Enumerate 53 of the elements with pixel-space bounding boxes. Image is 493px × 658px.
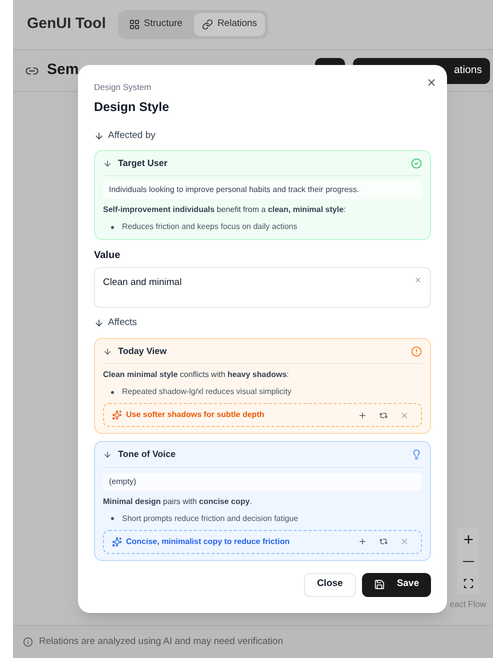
swap-icon[interactable] [379, 537, 388, 546]
value-label: Value [94, 249, 122, 264]
explanation-text: Minimal design pairs with concise copy. [103, 496, 253, 508]
close-icon[interactable] [426, 77, 437, 88]
grid-icon [128, 19, 140, 30]
arrow-down-icon [103, 450, 112, 460]
section-heading: Affects [108, 316, 137, 330]
attribution-text: eact Flow [450, 598, 486, 611]
current-value: (empty) [103, 472, 422, 490]
relation-name: Today View [118, 344, 168, 358]
bullet-text: Repeated shadow-lg/xl reduces visual simplicity [122, 386, 292, 398]
bullet-icon [111, 517, 114, 520]
sparkles-icon [112, 536, 122, 546]
arrow-down-icon [103, 346, 112, 356]
footer-note: Relations are analyzed using AI and may need verification [39, 634, 283, 649]
close-button[interactable]: Close [304, 572, 356, 596]
relation-name: Tone of Voice [118, 448, 177, 461]
plus-icon [462, 532, 474, 546]
page-title: Sem [47, 60, 79, 80]
section-heading: Affected by [108, 128, 156, 142]
suggestion-text: Use softer shadows for subtle depth [126, 409, 266, 421]
app-title: GenUI Tool [27, 14, 106, 34]
info-icon [23, 637, 33, 647]
lightbulb-icon [411, 449, 422, 460]
fit-icon [462, 578, 474, 589]
current-value: Individuals looking to improve personal habits and track their progress. [103, 181, 422, 200]
save-icon [374, 579, 385, 590]
arrow-down-icon [94, 130, 104, 141]
explanation-text: Self-improvement individuals benefit from a clean, minimal style: [103, 204, 347, 216]
minus-icon [462, 560, 474, 562]
bullet-text: Short prompts reduce friction and decision fatigue [122, 512, 298, 524]
arrow-down-icon [94, 318, 104, 328]
view-tab[interactable]: Relations [194, 13, 266, 36]
link-icon [202, 19, 214, 30]
suggestion-text: Concise, minimalist copy to reduce friction [126, 536, 291, 548]
sparkles-icon [112, 410, 122, 420]
swap-icon[interactable] [379, 410, 388, 420]
explanation-text: Clean minimal style conflicts with heavy shadows: [103, 369, 290, 381]
bullet-text: Reduces friction and keeps focus on daily actions [122, 221, 298, 234]
save-button[interactable]: Save [362, 572, 431, 596]
bullet-icon [111, 390, 114, 394]
alert-circle-icon [411, 346, 422, 357]
dialog-title: Design Style [94, 98, 170, 116]
bullet-icon [111, 226, 114, 229]
check-circle-icon [411, 158, 422, 169]
add-icon[interactable] [358, 537, 367, 546]
dialog-category: Design System [94, 81, 152, 94]
value-field[interactable]: Clean and minimal [94, 267, 431, 308]
relation-name: Target User [118, 156, 168, 170]
clear-icon[interactable] [414, 276, 422, 284]
arrow-down-icon [103, 159, 112, 168]
add-icon[interactable] [358, 410, 367, 420]
view-tab[interactable]: Structure [120, 13, 190, 36]
